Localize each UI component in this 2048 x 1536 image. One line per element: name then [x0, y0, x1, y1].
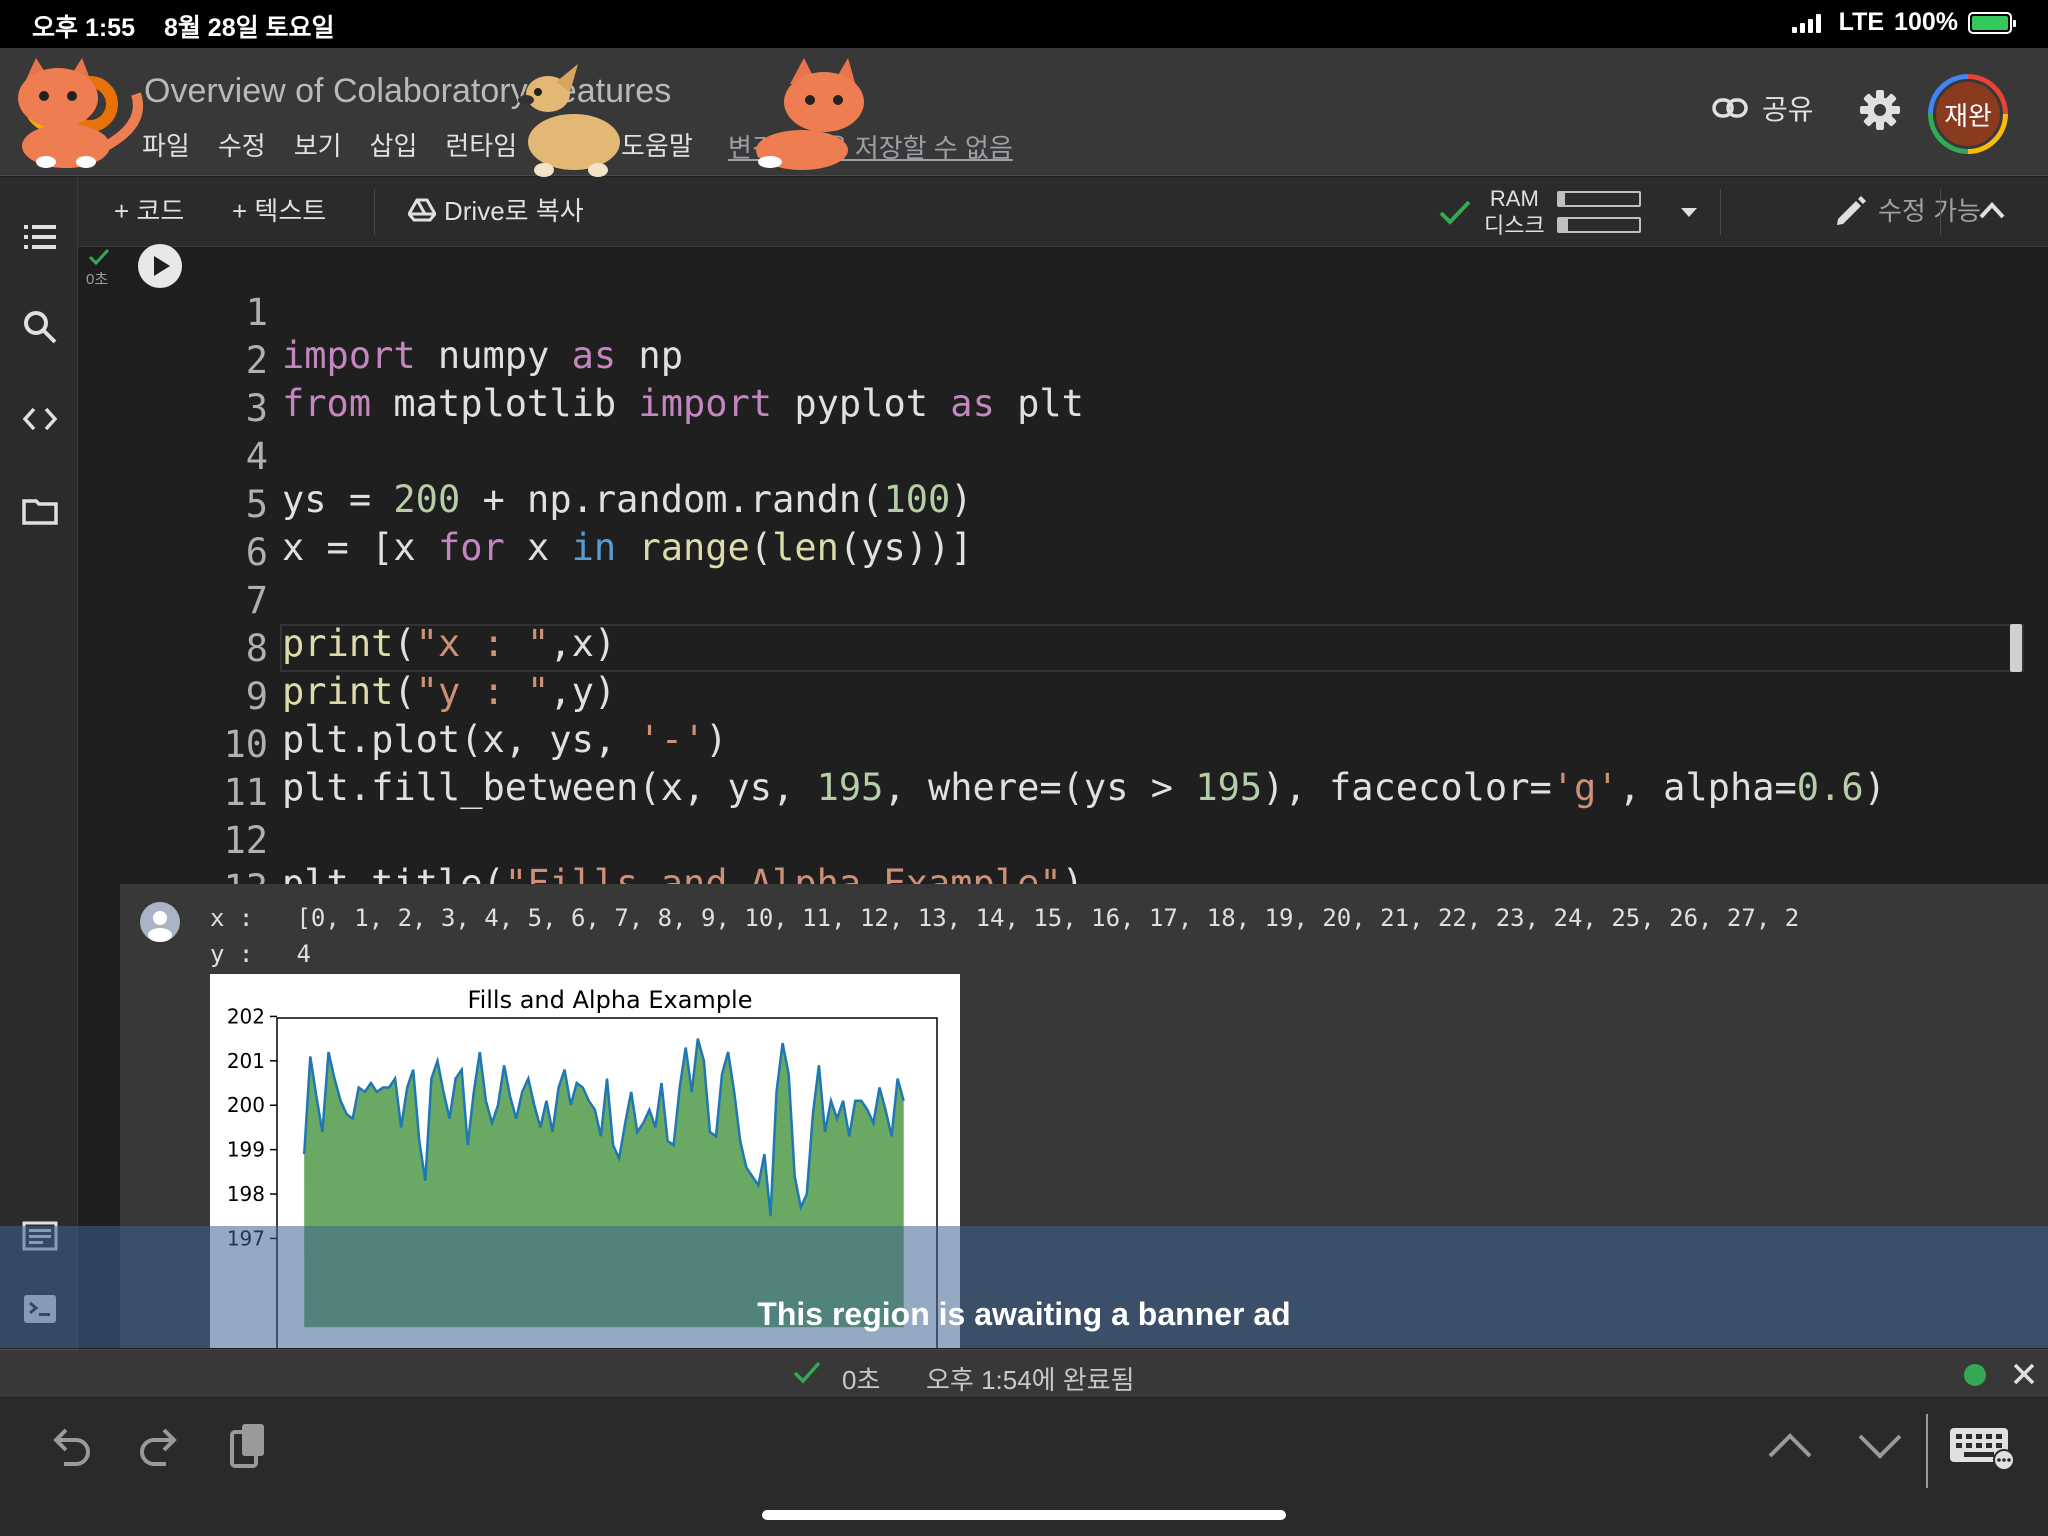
code-line: 3	[120, 344, 2042, 430]
code-editor[interactable]: 1 import numpy as np 2 from matplotlib i…	[120, 248, 2042, 953]
dog-mascot-icon	[518, 64, 620, 177]
connection-status-dot	[1964, 1364, 1986, 1386]
menu-runtime[interactable]: 런타임	[445, 126, 517, 163]
code-line: 6	[120, 488, 2042, 574]
colab-header: PRO Overview of Colaboratory Features 파일…	[0, 48, 2048, 177]
editing-mode-label: 수정 가능	[1878, 196, 1981, 226]
ram-usage-bar	[1556, 191, 1641, 207]
add-text-button[interactable]: + 텍스트	[232, 191, 326, 228]
cat-mascot-2-icon	[756, 58, 864, 170]
chevron-down-icon[interactable]	[1854, 1420, 1906, 1472]
menu-insert[interactable]: 삽입	[370, 126, 418, 163]
gear-icon[interactable]	[1858, 88, 1902, 132]
editing-mode-button[interactable]: 수정 가능	[1834, 191, 1981, 228]
toolbar-divider	[374, 189, 375, 235]
battery-icon	[1968, 11, 2016, 34]
status-duration: 0초	[842, 1365, 881, 1395]
output-toggle-icon[interactable]	[140, 902, 180, 942]
execution-status-bar: 0초 오후 1:54에 완료됨	[0, 1349, 2048, 1397]
link-icon	[1712, 98, 1748, 118]
cat-mascot-icon	[18, 58, 143, 168]
run-cell-button[interactable]	[138, 244, 182, 288]
share-label: 공유	[1762, 94, 1814, 125]
status-time: 오후 1:55	[32, 14, 135, 42]
close-icon[interactable]	[2010, 1360, 2038, 1388]
pencil-icon	[1837, 195, 1866, 225]
banner-ad-text: This region is awaiting a banner ad	[757, 1296, 1291, 1332]
code-line: 2 from matplotlib import pyplot as plt	[120, 296, 2042, 425]
table-of-contents-icon[interactable]	[20, 217, 60, 257]
signal-icon	[1791, 13, 1821, 33]
chevron-up-icon[interactable]	[1978, 199, 2006, 223]
folder-icon[interactable]	[20, 491, 60, 531]
output-x-prefix: x :	[210, 904, 254, 932]
ram-label: RAM	[1489, 186, 1539, 211]
redo-icon[interactable]	[134, 1420, 186, 1472]
disk-label: 디스크	[1484, 213, 1545, 238]
notebook-toolbar: + 코드 + 텍스트 Drive로 복사 RAM 디스크 수정 가능	[78, 177, 2048, 247]
code-snippets-icon[interactable]	[20, 399, 60, 439]
toolbar-divider-3	[1940, 189, 1941, 235]
output-x-values: [0, 1, 2, 3, 4, 5, 6, 7, 8, 9, 10, 11, 1…	[282, 904, 1800, 932]
code-line: 9 plt.plot(x, ys, '-')	[120, 632, 2042, 761]
resource-monitor[interactable]: RAM 디스크	[1438, 185, 1701, 239]
disk-usage-bar	[1556, 217, 1641, 233]
status-date: 8월 28일 토요일	[163, 14, 335, 42]
home-indicator[interactable]	[762, 1510, 1286, 1520]
output-y-prefix: y :	[210, 940, 254, 968]
avatar-label: 재완	[1933, 79, 2003, 149]
ios-status-bar: 오후 1:55 8월 28일 토요일 LTE 100%	[0, 0, 2048, 48]
search-icon[interactable]	[20, 307, 60, 347]
copy-to-drive-button[interactable]: Drive로 복사	[408, 191, 584, 228]
banner-ad-placeholder: This region is awaiting a banner ad	[0, 1226, 2048, 1348]
output-y-values: 4	[282, 940, 311, 968]
code-line: 12 plt.title("Fills and Alpha Example")	[120, 776, 2042, 905]
y-tick-label: 200	[227, 1093, 265, 1117]
code-line: 11	[120, 728, 2042, 814]
caret-down-icon[interactable]	[1677, 200, 1701, 224]
y-tick-label: 198	[227, 1182, 265, 1206]
execution-check-icon	[88, 248, 110, 266]
kb-bar-divider	[1926, 1414, 1928, 1488]
status-completed: 오후 1:54에 완료됨	[926, 1365, 1135, 1395]
y-tick-label: 201	[227, 1049, 265, 1073]
share-button[interactable]: 공유	[1712, 88, 1814, 128]
network-label: LTE	[1838, 8, 1885, 36]
copy-to-drive-label: Drive로 복사	[444, 196, 584, 226]
execution-time: 0초	[86, 271, 109, 288]
battery-percent: 100%	[1894, 8, 1958, 36]
clipboard-icon[interactable]	[222, 1420, 274, 1472]
toolbar-divider-2	[1720, 189, 1721, 235]
code-line: 4 ys = 200 + np.random.randn(100)	[120, 392, 2042, 521]
cell-gutter: 0초	[78, 248, 120, 348]
undo-icon[interactable]	[44, 1420, 96, 1472]
code-line: 1 import numpy as np	[120, 248, 2042, 377]
left-sidebar	[0, 177, 78, 1349]
account-avatar[interactable]: 재완	[1928, 74, 2008, 154]
code-line: 5 x = [x for x in range(len(ys))]	[120, 440, 2042, 569]
code-line: 7 print("x : ",x)	[120, 536, 2042, 665]
connected-check-icon	[1439, 200, 1471, 225]
code-line: 10 plt.fill_between(x, ys, 195, where=(y…	[120, 680, 2042, 809]
keyboard-icon[interactable]	[1948, 1420, 2016, 1472]
chart-title: Fills and Alpha Example	[468, 986, 753, 1014]
y-tick-label: 202	[227, 1004, 265, 1028]
add-code-button[interactable]: + 코드	[114, 191, 184, 228]
status-check-icon	[793, 1361, 821, 1384]
chevron-up-icon[interactable]	[1764, 1420, 1816, 1472]
code-line: 8 print("y : ",y)	[120, 584, 2042, 713]
menu-view[interactable]: 보기	[294, 126, 342, 163]
y-tick-label: 199	[227, 1138, 265, 1162]
code-line: 13 plt.show()	[120, 824, 2042, 953]
menu-help[interactable]: 도움말	[621, 126, 693, 163]
menu-edit[interactable]: 수정	[218, 126, 266, 163]
chart-y-ticks: 202201200199198197	[227, 1004, 277, 1250]
drive-icon	[408, 198, 436, 221]
